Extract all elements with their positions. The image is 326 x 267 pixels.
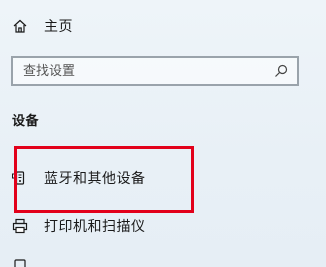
sidebar-item-label: 打印机和扫描仪	[44, 219, 146, 235]
sidebar-item-label: 蓝牙和其他设备	[44, 171, 146, 187]
bluetooth-devices-icon	[12, 170, 28, 186]
sidebar-item-printers[interactable]: 打印机和扫描仪	[0, 206, 326, 246]
home-nav-item[interactable]: 主页	[0, 6, 326, 46]
search-icon[interactable]	[273, 63, 289, 79]
sidebar-item-bluetooth[interactable]: 蓝牙和其他设备	[0, 158, 326, 198]
next-item-icon	[12, 258, 28, 267]
settings-sidebar: 主页 设备 蓝牙和其他设备	[0, 0, 326, 267]
home-label: 主页	[44, 19, 73, 35]
home-icon	[12, 18, 28, 34]
search-box[interactable]	[11, 56, 299, 86]
section-title-devices: 设备	[12, 114, 40, 129]
printer-icon	[12, 218, 28, 234]
search-input[interactable]	[13, 58, 273, 84]
